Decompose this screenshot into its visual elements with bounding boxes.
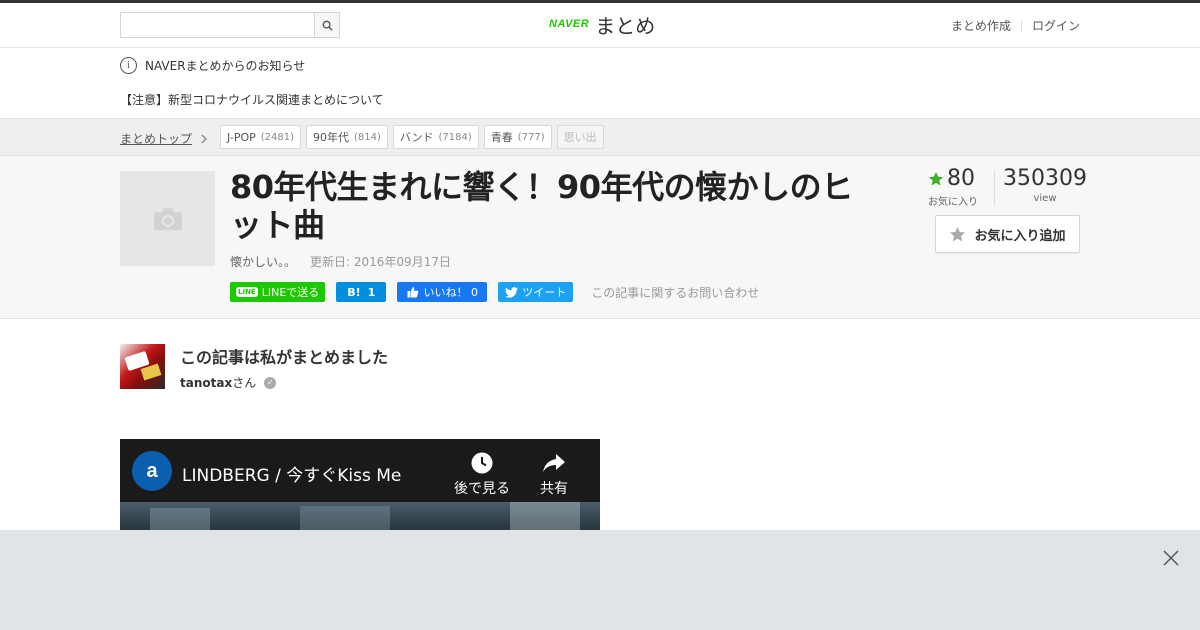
author-name-row: tanotax さん ✓ [180, 374, 277, 391]
site-header: NAVER まとめ まとめ作成 ログイン [0, 3, 1200, 48]
avatar[interactable] [120, 344, 165, 389]
add-favorite-button[interactable]: お気に入り追加 [935, 215, 1080, 253]
tweet-label: ツイート [522, 286, 567, 299]
video-share-label: 共有 [540, 481, 568, 497]
twitter-tweet-button[interactable]: ツイート [498, 282, 574, 302]
breadcrumb-top[interactable]: まとめトップ [120, 130, 192, 147]
share-arrow-icon [543, 454, 565, 472]
verified-check-icon: ✓ [264, 376, 277, 389]
hatena-icon: B! [347, 285, 361, 299]
line-share-button[interactable]: LINE LINEで送る [230, 282, 326, 302]
tag-item[interactable]: バンド (7184) [392, 125, 479, 149]
close-icon[interactable] [1160, 547, 1182, 569]
article-contact-link[interactable]: この記事に関するお問い合わせ [591, 284, 759, 301]
tag-item[interactable]: 思い出 [556, 125, 604, 149]
bottom-overlay-banner [0, 530, 1200, 630]
search-icon [322, 20, 333, 31]
info-icon: i [120, 57, 137, 74]
favorites-stat: 80 お気に入り [928, 166, 994, 208]
thumbs-up-icon [407, 287, 418, 298]
tag-count: (7184) [438, 131, 472, 143]
tag-list: J-POP (2481) 90年代 (814) バンド (7184) 青春 (777) … [220, 125, 609, 149]
tag-label: 青春 [490, 131, 513, 144]
notice-item-link[interactable]: 【注意】新型コロナウイルス関連まとめについて [120, 91, 384, 108]
watch-later-label: 後で見る [454, 481, 510, 497]
facebook-like-button[interactable]: いいね！ 0 [397, 282, 488, 302]
share-buttons: LINE LINEで送る B! 1 いいね！ 0 ツイート この記事に関するお問… [230, 282, 759, 302]
camera-icon [153, 207, 182, 230]
logo-text: まとめ [595, 13, 656, 38]
twitter-bird-icon [505, 286, 519, 298]
tag-label: 90年代 [313, 131, 350, 144]
article-stats: 80 お気に入り 350309 view [928, 166, 1095, 208]
facebook-like-label: いいね！ 0 [423, 286, 479, 299]
tag-count: (777) [517, 131, 545, 143]
tag-label: 思い出 [563, 131, 597, 144]
tag-item[interactable]: 青春 (777) [483, 125, 552, 149]
favorites-label: お気に入り [928, 197, 978, 208]
tag-label: J-POP [227, 130, 256, 144]
views-count: 350309 [1003, 166, 1087, 191]
article-updated-date: 更新日: 2016年09月17日 [310, 255, 451, 269]
tag-item[interactable]: 90年代 (814) [306, 125, 388, 149]
author-name[interactable]: tanotax [180, 376, 232, 390]
header-links: まとめ作成 ログイン [951, 17, 1080, 34]
channel-logo-icon[interactable]: a [132, 451, 172, 491]
hatena-count: 1 [367, 285, 376, 299]
chevron-right-icon [201, 134, 207, 143]
hatena-bookmark-button[interactable]: B! 1 [336, 282, 387, 302]
category-bar: まとめトップ J-POP (2481) 90年代 (814) バンド (7184) 青… [0, 118, 1200, 156]
logo-brand: NAVER [549, 18, 590, 30]
line-share-label: LINEで送る [261, 286, 320, 299]
add-favorite-label: お気に入り追加 [974, 228, 1066, 244]
create-matome-link[interactable]: まとめ作成 [951, 17, 1011, 34]
embedded-video[interactable]: a LINDBERG / 今すぐKiss Me 後で見る 共有 [120, 439, 600, 539]
article-description: 懐かしい。。 [230, 255, 297, 269]
author-heading: この記事は私がまとめました [180, 348, 389, 367]
search-box [120, 12, 340, 38]
tag-item[interactable]: J-POP (2481) [220, 125, 302, 149]
tag-label: バンド [399, 131, 434, 144]
site-logo[interactable]: NAVER まとめ [549, 9, 655, 39]
author-suffix: さん [232, 376, 257, 390]
article-thumbnail [120, 171, 215, 266]
login-link[interactable]: ログイン [1032, 17, 1080, 34]
video-share-button[interactable]: 共有 [540, 451, 568, 498]
article-title: 80年代生まれに響く！90年代の懐かしのヒット曲 [230, 168, 853, 244]
search-input[interactable] [121, 13, 315, 37]
views-label: view [1033, 193, 1057, 204]
article-meta: 懐かしい。。 更新日: 2016年09月17日 [230, 253, 451, 270]
search-button[interactable] [314, 13, 339, 37]
tag-count: (814) [354, 131, 381, 143]
notice-heading: i NAVERまとめからのお知らせ [120, 57, 305, 74]
notice-heading-text: NAVERまとめからのお知らせ [145, 59, 306, 73]
star-icon [928, 171, 944, 186]
clock-icon [471, 452, 493, 474]
article-header: 80年代生まれに響く！90年代の懐かしのヒット曲 懐かしい。。 更新日: 201… [0, 156, 1200, 319]
breadcrumb[interactable]: まとめトップ [120, 130, 208, 147]
tag-count: (2481) [260, 131, 295, 143]
views-stat: 350309 view [995, 166, 1095, 208]
watch-later-button[interactable]: 後で見る [454, 451, 510, 498]
video-title[interactable]: LINDBERG / 今すぐKiss Me [182, 461, 401, 486]
header-link-divider [1020, 19, 1022, 32]
favorites-count: 80 [947, 166, 975, 191]
star-outline-icon [950, 226, 966, 241]
line-icon: LINE [236, 287, 258, 297]
